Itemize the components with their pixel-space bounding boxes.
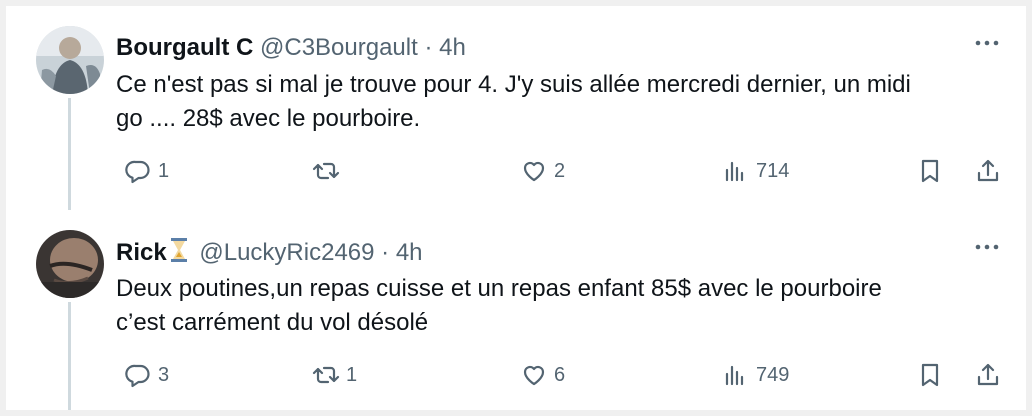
tweet-header: Bourgault C @C3Bourgault · 4h (116, 33, 466, 63)
bookmark-button[interactable] (916, 156, 944, 186)
hourglass-icon (169, 237, 189, 271)
reply-button[interactable]: 1 (124, 156, 169, 186)
retweet-button[interactable] (312, 156, 346, 186)
views-count: 714 (756, 159, 790, 182)
reply-count: 3 (158, 363, 170, 386)
heart-icon (523, 161, 545, 182)
author-name[interactable]: Rick (116, 239, 167, 266)
views-icon (725, 161, 744, 182)
more-icon[interactable] (972, 237, 1002, 257)
retweet-button[interactable]: 1 (312, 360, 357, 390)
tweet-text: Deux poutines,un repas cuisse et un repa… (116, 272, 996, 340)
views-button[interactable]: 749 (722, 360, 789, 390)
like-count: 6 (554, 363, 566, 386)
author-name[interactable]: Bourgault C (116, 34, 253, 61)
retweet-icon (312, 162, 340, 180)
avatar[interactable] (36, 230, 104, 298)
like-button[interactable]: 2 (520, 156, 565, 186)
views-button[interactable]: 714 (722, 156, 789, 186)
share-icon (977, 363, 999, 386)
tweet-time[interactable]: · 4h (381, 239, 422, 266)
views-icon (725, 365, 744, 386)
reply-count: 1 (158, 159, 170, 182)
bookmark-icon (921, 363, 939, 387)
tweet-thread: Bourgault C @C3Bourgault · 4h Ce n'est p… (6, 6, 1026, 410)
reply-icon (125, 364, 150, 388)
tweet-text-line: Ce n'est pas si mal je trouve pour 4. J'… (116, 71, 911, 98)
retweet-icon (312, 366, 340, 384)
more-icon[interactable] (972, 33, 1002, 53)
tweet[interactable]: Bourgault C @C3Bourgault · 4h Ce n'est p… (6, 6, 1026, 210)
reply-button[interactable]: 3 (124, 360, 169, 390)
share-icon (977, 159, 999, 182)
like-button[interactable]: 6 (520, 360, 565, 390)
reply-icon (125, 160, 150, 184)
like-count: 2 (554, 159, 566, 182)
tweet-text-line: go .... 28$ avec le pourboire. (116, 105, 421, 132)
action-bar: 1 2 714 (116, 156, 1006, 186)
action-bar: 3 1 6 749 (116, 360, 1006, 390)
share-button[interactable] (974, 156, 1002, 186)
tweet-text-line: c’est carrément du vol désolé (116, 309, 429, 336)
tweet-text: Ce n'est pas si mal je trouve pour 4. J'… (116, 68, 996, 136)
tweet-header: Rick @LuckyRic2469 · 4h (116, 237, 423, 267)
thread-line (68, 302, 71, 410)
share-button[interactable] (974, 360, 1002, 390)
bookmark-icon (921, 159, 939, 183)
views-count: 749 (756, 363, 790, 386)
retweet-count: 1 (346, 363, 358, 386)
tweet-text-line: Deux poutines,un repas cuisse et un repa… (116, 275, 882, 302)
tweet-time[interactable]: · 4h (424, 34, 465, 61)
avatar[interactable] (36, 26, 104, 94)
heart-icon (523, 365, 545, 386)
thread-line (68, 98, 71, 210)
author-handle[interactable]: @C3Bourgault (260, 34, 418, 61)
bookmark-button[interactable] (916, 360, 944, 390)
tweet[interactable]: Rick @LuckyRic2469 · 4h Deux poutines,un… (6, 210, 1026, 410)
author-handle[interactable]: @LuckyRic2469 (199, 239, 374, 266)
